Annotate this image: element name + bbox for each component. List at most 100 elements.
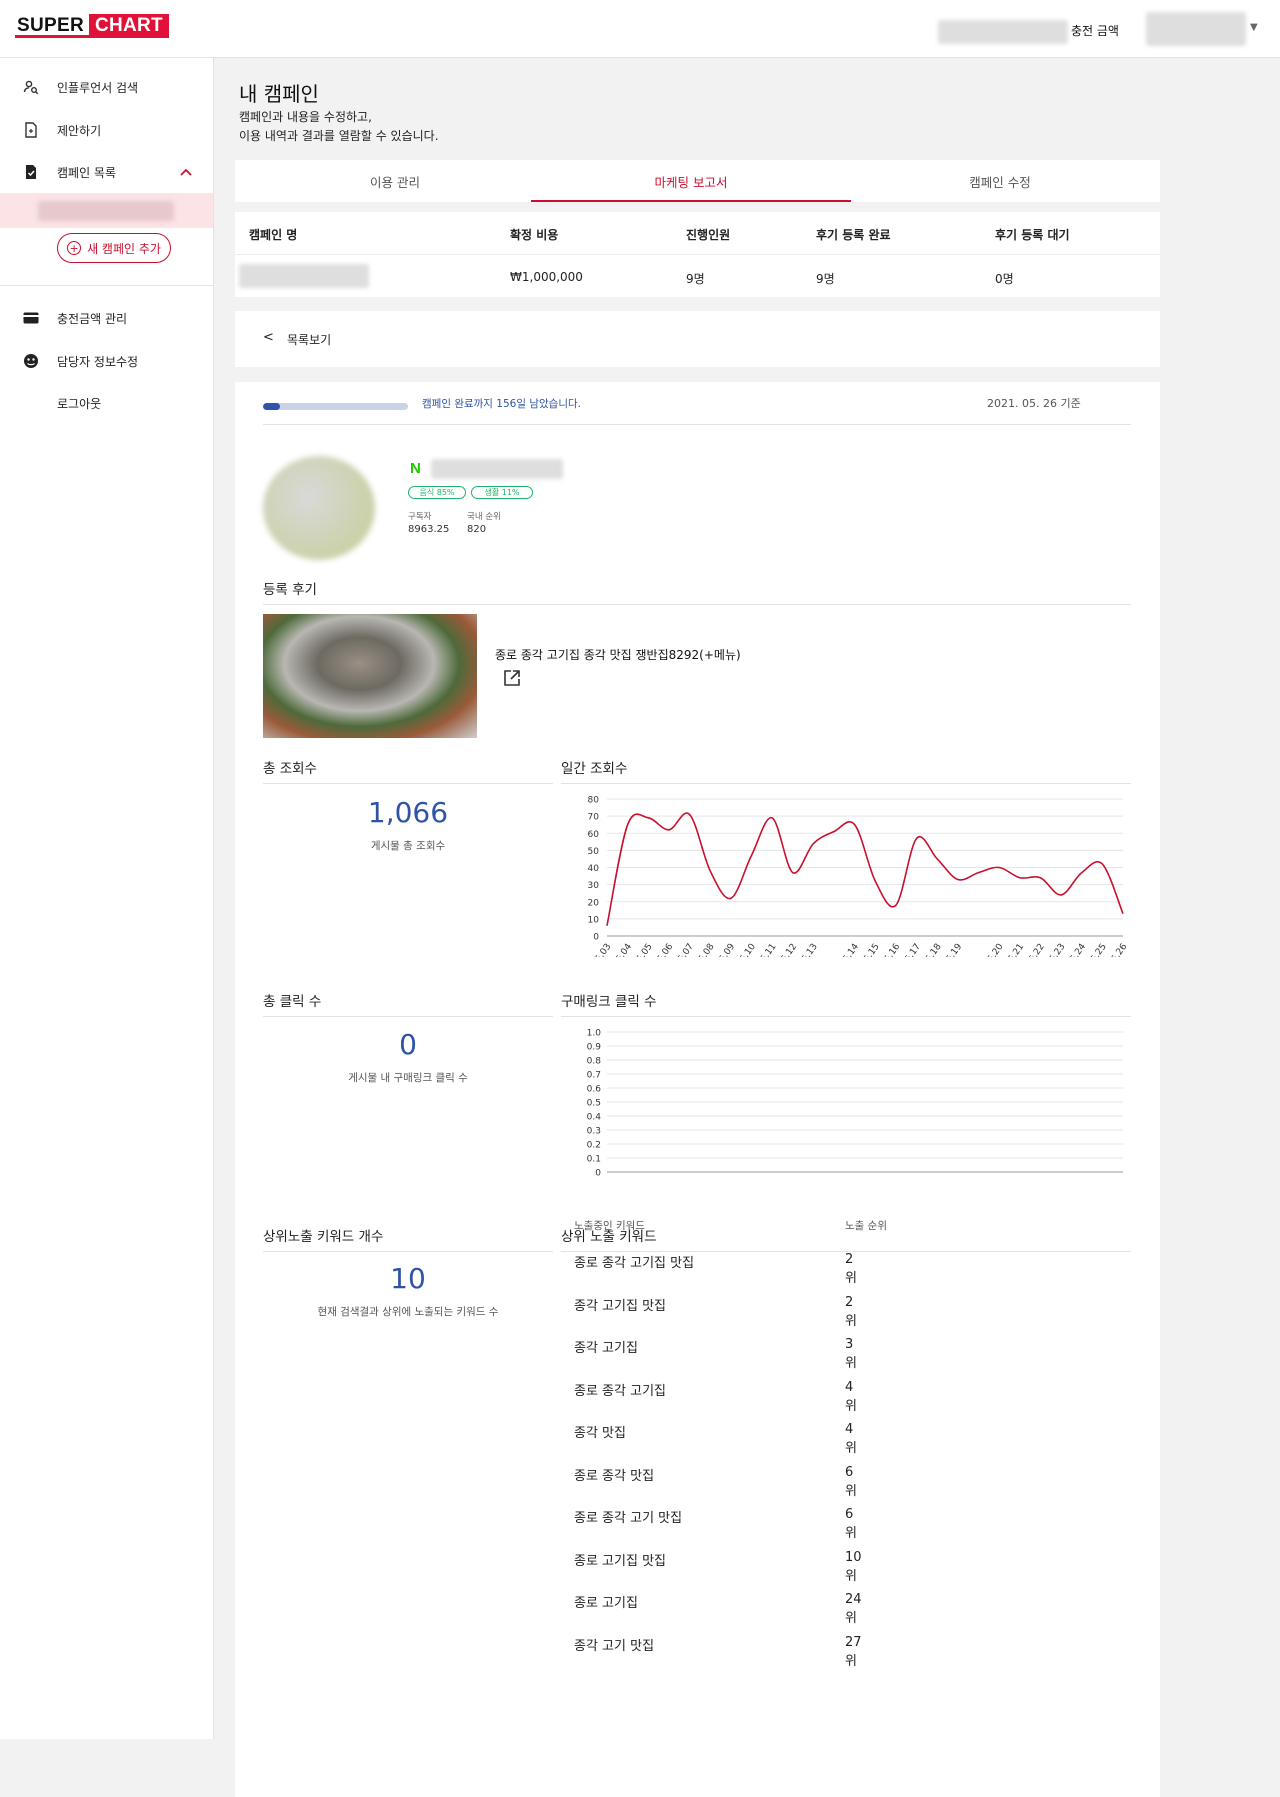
tab-usage-management[interactable]: 이용 관리 — [235, 160, 555, 202]
sidebar-item-propose[interactable]: 제안하기 — [0, 115, 213, 145]
sidebar-divider — [0, 285, 213, 286]
keyword-rank: 27위 — [845, 1634, 862, 1669]
keyword-rank: 2위 — [845, 1252, 857, 1286]
cell-cost: ₩1,000,000 — [510, 270, 583, 284]
person-search-icon — [22, 78, 40, 96]
credit-card-icon — [22, 309, 40, 327]
keyword-text: 종로 종각 고기 맛집 — [574, 1511, 683, 1526]
y-tick-label: 0.7 — [587, 1071, 601, 1081]
col-header-cost: 확정 비용 — [510, 228, 559, 242]
charge-amount-redacted — [938, 20, 1068, 44]
y-tick-label: 0 — [593, 933, 599, 943]
page-subtitle-line1: 캠페인과 내용을 수정하고, — [239, 110, 372, 124]
section-title-total-clicks: 총 클릭 수 — [263, 994, 322, 1010]
influencer-avatar — [263, 456, 375, 560]
keyword-row: 종로 고기집 24위 — [235, 1592, 862, 1634]
sidebar-item-label: 제안하기 — [57, 123, 102, 138]
y-tick-label: 0.4 — [587, 1113, 602, 1123]
marketing-report-card: 캠페인 완료까지 156일 남았습니다. 2021. 05. 26 기준 N 음… — [235, 382, 1160, 1797]
account-menu-redacted[interactable] — [1146, 12, 1246, 46]
x-tick-label: 05.04 — [611, 942, 634, 957]
campaign-progress-bar — [263, 403, 408, 410]
sidebar-item-label: 인플루언서 검색 — [57, 80, 139, 95]
back-to-list-label[interactable]: 목록보기 — [287, 331, 331, 348]
back-to-list-bar[interactable]: < 목록보기 — [235, 311, 1160, 367]
review-title[interactable]: 종로 종각 고기집 종각 맛집 쟁반집8292(+메뉴) — [495, 646, 741, 663]
report-date: 2021. 05. 26 기준 — [987, 397, 1081, 410]
y-tick-label: 10 — [588, 915, 600, 925]
y-tick-label: 70 — [588, 813, 600, 823]
keyword-text: 종각 맛집 — [574, 1426, 626, 1441]
divider — [263, 424, 1131, 425]
section-title-daily-views: 일간 조회수 — [561, 761, 628, 777]
x-tick-label: 05.20 — [983, 942, 1006, 957]
super-chart-logo[interactable]: SUPER CHART — [15, 14, 169, 38]
keyword-row: 종각 고기 맛집 27위 — [235, 1635, 862, 1677]
rank-value: 820 — [467, 524, 487, 535]
x-tick-label: 05.12 — [776, 942, 799, 957]
divider — [561, 783, 1131, 784]
keyword-rank: 4위 — [845, 1379, 857, 1414]
keyword-text: 종각 고기 맛집 — [574, 1638, 655, 1654]
col-header-review-done: 후기 등록 완료 — [816, 228, 891, 242]
y-tick-label: 30 — [588, 881, 600, 891]
x-tick-label: 05.24 — [1065, 942, 1088, 957]
plus-circle-icon: + — [67, 241, 82, 255]
keyword-text: 종각 고기집 맛집 — [574, 1298, 666, 1314]
tab-bar: 이용 관리 마케팅 보고서 캠페인 수정 — [235, 160, 1160, 202]
progress-text: 캠페인 완료까지 156일 남았습니다. — [422, 398, 581, 410]
y-tick-label: 0.3 — [587, 1127, 601, 1137]
daily-views-chart: 0102030405060708005.0305.0405.0505.0605.… — [588, 796, 1130, 958]
table-divider — [235, 254, 1160, 255]
review-thumbnail[interactable] — [263, 614, 477, 738]
sidebar-item-charge-management[interactable]: 충전금액 관리 — [0, 303, 213, 333]
tab-campaign-edit[interactable]: 캠페인 수정 — [840, 160, 1160, 202]
x-tick-label: 05.23 — [1045, 942, 1068, 957]
x-tick-label: 05.11 — [756, 942, 779, 957]
x-tick-label: 05.16 — [879, 942, 902, 957]
divider — [263, 604, 1131, 605]
sidebar-item-logout[interactable]: 로그아웃 — [0, 388, 213, 418]
chevron-up-icon[interactable] — [180, 165, 192, 179]
sidebar-item-campaign-list[interactable]: 캠페인 목록 — [0, 157, 213, 187]
sidebar-selected-campaign[interactable] — [0, 193, 213, 228]
tab-marketing-report[interactable]: 마케팅 보고서 — [531, 160, 851, 202]
caret-down-icon[interactable]: ▼ — [1250, 22, 1258, 33]
keyword-row: 종로 종각 고기집 4위 — [235, 1380, 857, 1422]
subscribers-label: 구독자 — [408, 512, 432, 522]
document-icon — [22, 121, 40, 139]
x-tick-label: 05.07 — [673, 942, 696, 957]
y-tick-label: 0 — [595, 1169, 601, 1179]
divider — [263, 783, 553, 784]
y-tick-label: 0.5 — [587, 1099, 601, 1109]
naver-logo-icon: N — [410, 460, 421, 477]
page-subtitle: 캠페인과 내용을 수정하고, 이용 내역과 결과를 열람할 수 있습니다. — [239, 108, 439, 146]
sidebar-item-influencer-search[interactable]: 인플루언서 검색 — [0, 72, 213, 102]
keyword-rank: 2위 — [845, 1294, 857, 1329]
y-tick-label: 50 — [588, 847, 600, 857]
x-tick-label: 05.21 — [1003, 942, 1026, 957]
col-header-people: 진행인원 — [686, 228, 731, 242]
keyword-row: 종각 고기집 3위 — [235, 1337, 857, 1379]
sidebar-item-label: 캠페인 목록 — [57, 165, 117, 180]
campaign-summary-table: 캠페인 명 확정 비용 진행인원 후기 등록 완료 후기 등록 대기 ₩1,00… — [235, 212, 1160, 297]
keyword-row: 종로 고기집 맛집 10위 — [235, 1550, 862, 1592]
divider — [263, 1251, 553, 1252]
campaign-name-redacted — [239, 264, 369, 288]
x-tick-label: 05.26 — [1106, 942, 1129, 957]
influencer-name-redacted — [431, 459, 563, 479]
charge-amount-label: 충전 금액 — [1071, 24, 1119, 38]
y-tick-label: 80 — [588, 796, 600, 806]
x-tick-label: 05.09 — [714, 942, 737, 957]
x-tick-label: 05.25 — [1086, 942, 1109, 957]
cell-review-done: 9명 — [816, 272, 835, 286]
category-tag: 생활 11% — [471, 486, 533, 499]
chevron-left-icon[interactable]: < — [263, 330, 274, 345]
external-link-icon[interactable] — [503, 669, 525, 691]
new-campaign-button[interactable]: + 새 캠페인 추가 — [57, 233, 171, 263]
sidebar-item-manager-info[interactable]: 담당자 정보수정 — [0, 346, 213, 376]
new-campaign-label: 새 캠페인 추가 — [87, 241, 161, 256]
x-tick-label: 05.13 — [797, 942, 820, 957]
cell-review-waiting: 0명 — [995, 272, 1014, 286]
category-tag: 음식 85% — [408, 486, 466, 499]
